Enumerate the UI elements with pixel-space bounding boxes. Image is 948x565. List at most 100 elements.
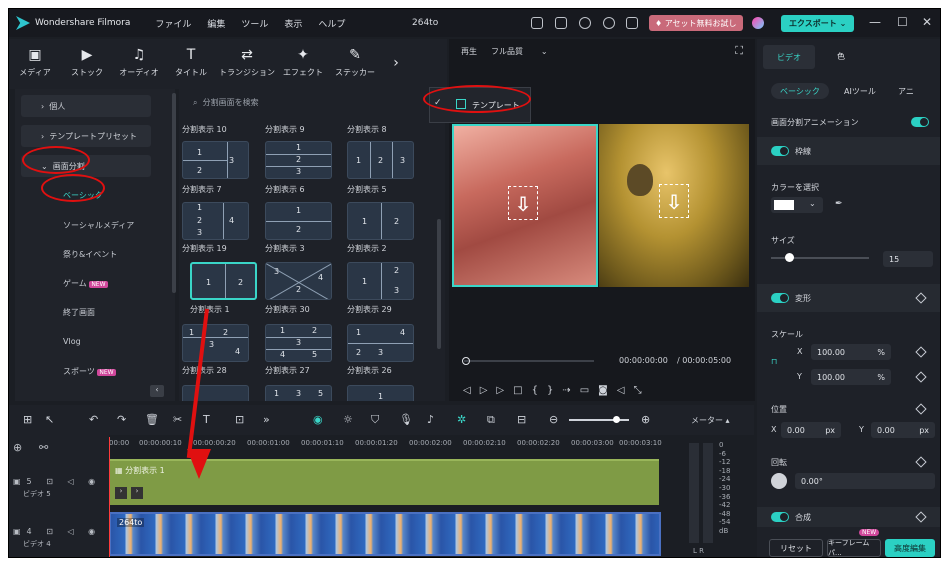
- template-split-more-1[interactable]: [182, 385, 249, 401]
- track5-controls[interactable]: ▣5 ⊡ ◁ ◉: [13, 477, 101, 486]
- mark-out-icon[interactable]: }: [547, 385, 562, 396]
- pos-y-input[interactable]: 0.00 px: [871, 422, 935, 438]
- monitor-icon[interactable]: [531, 17, 543, 29]
- asset-trial-button[interactable]: ♦ アセット無料お試し: [649, 15, 743, 31]
- template-split-5[interactable]: 123: [347, 141, 414, 179]
- tab-audio[interactable]: ♫ オーディオ: [113, 39, 165, 89]
- undo-icon[interactable]: ↶: [89, 413, 98, 426]
- audio-list-icon[interactable]: ♪: [427, 413, 434, 426]
- tab-transition[interactable]: ⇄ トランジション: [217, 39, 277, 89]
- snap-icon[interactable]: ✲: [457, 413, 466, 426]
- more-tabs-button[interactable]: ›: [381, 39, 411, 89]
- reset-button[interactable]: リセット: [769, 539, 823, 557]
- eyedropper-icon[interactable]: ✒: [835, 199, 843, 209]
- template-split-27[interactable]: 12345: [265, 324, 332, 362]
- fullscreen-icon[interactable]: ⤡: [634, 385, 651, 396]
- volume-icon[interactable]: ◁: [617, 385, 634, 396]
- template-split-6[interactable]: 123: [265, 141, 332, 179]
- pos-x-input[interactable]: 0.00 px: [781, 422, 841, 438]
- keyframe-diamond-icon[interactable]: [915, 346, 927, 358]
- headset-icon[interactable]: [603, 17, 615, 29]
- snapshot-icon[interactable]: ⛶: [735, 44, 743, 58]
- sub-social[interactable]: ソーシャルメディア: [63, 220, 134, 231]
- split-icon[interactable]: ⇢: [562, 385, 579, 396]
- minimize-icon[interactable]: —: [869, 15, 881, 29]
- crop-icon[interactable]: ⊡: [235, 413, 244, 426]
- text-tool-icon[interactable]: T: [203, 413, 210, 426]
- rotate-dial[interactable]: [771, 473, 787, 489]
- template-split-29[interactable]: 123: [347, 262, 414, 300]
- ai-icon[interactable]: ◉: [313, 413, 323, 426]
- cut-icon[interactable]: ✂: [173, 413, 182, 426]
- template-split-30[interactable]: 324: [265, 262, 332, 300]
- split-preview-left[interactable]: ⇩: [452, 124, 598, 287]
- display-icon[interactable]: ▭: [580, 385, 598, 396]
- tab-media[interactable]: ▣ メディア: [9, 39, 61, 89]
- clip-slot-2[interactable]: ›: [131, 487, 143, 499]
- stop-icon[interactable]: □: [513, 385, 531, 396]
- tab-video[interactable]: ビデオ: [763, 45, 815, 69]
- size-slider-handle[interactable]: [785, 253, 794, 262]
- redo-icon[interactable]: ↷: [117, 413, 126, 426]
- menu-file[interactable]: ファイル: [155, 20, 191, 30]
- sub-vlog[interactable]: Vlog: [63, 337, 81, 346]
- chip-animation[interactable]: アニ: [889, 83, 923, 99]
- template-split-28[interactable]: 1234: [182, 324, 249, 362]
- menu-edit[interactable]: 編集: [207, 20, 225, 30]
- sub-ending[interactable]: 終了画面: [63, 307, 95, 318]
- chip-ai-tools[interactable]: AIツール: [835, 83, 885, 99]
- sub-game[interactable]: ゲーム NEW: [63, 278, 108, 289]
- fit-icon[interactable]: ⊟: [517, 413, 526, 426]
- progress-handle[interactable]: [462, 357, 470, 365]
- add-track-icon[interactable]: ⊕: [13, 441, 22, 454]
- color-select[interactable]: ⌄: [771, 197, 823, 213]
- keyframe-diamond-icon[interactable]: [915, 292, 927, 304]
- split-preview-right[interactable]: ⇩: [599, 124, 749, 287]
- zoom-slider-handle[interactable]: [613, 416, 620, 423]
- playhead[interactable]: [109, 437, 110, 557]
- template-split-3[interactable]: 12: [265, 202, 332, 240]
- quality-select[interactable]: フル品質 ⌄: [491, 46, 548, 57]
- export-button[interactable]: エクスポート ⌄: [781, 15, 855, 32]
- tab-stock[interactable]: ▶ ストック: [61, 39, 113, 89]
- zoom-in-icon[interactable]: ⊕: [641, 413, 650, 426]
- play-icon[interactable]: ▷: [496, 385, 513, 396]
- meter-dropdown[interactable]: メーター ▴: [691, 415, 730, 426]
- nav-template-preset[interactable]: › テンプレートプリセット: [21, 125, 151, 147]
- tab-title[interactable]: T タイトル: [165, 39, 217, 89]
- rotate-input[interactable]: 0.00°: [795, 473, 935, 489]
- shield-icon[interactable]: ⛉: [371, 413, 379, 427]
- maximize-icon[interactable]: ☐: [897, 15, 908, 29]
- zoom-slider[interactable]: [569, 419, 629, 421]
- grid-icon[interactable]: [626, 17, 638, 29]
- composite-toggle[interactable]: [771, 512, 789, 522]
- menu-help[interactable]: ヘルプ: [318, 20, 345, 30]
- template-split-19[interactable]: 1234: [182, 202, 249, 240]
- close-icon[interactable]: ✕: [922, 15, 932, 29]
- track4-controls[interactable]: ▣4 ⊡ ◁ ◉: [13, 527, 101, 536]
- sub-sports[interactable]: スポーツ NEW: [63, 366, 116, 377]
- keyframe-panel-button[interactable]: キーフレームパ...: [827, 539, 881, 557]
- more-icon[interactable]: »: [263, 413, 270, 426]
- split-animation-toggle[interactable]: [911, 117, 929, 127]
- tab-sticker[interactable]: ✎ ステッカー: [329, 39, 381, 89]
- keyframe-diamond-icon[interactable]: [915, 371, 927, 383]
- layout-icon[interactable]: ⊞: [23, 413, 32, 426]
- prev-icon[interactable]: ◁: [463, 385, 480, 396]
- sub-festival[interactable]: 祭り&イベント: [63, 249, 117, 260]
- delete-icon[interactable]: 🗑: [145, 413, 159, 426]
- pip-icon[interactable]: ⧉: [487, 413, 495, 427]
- step-icon[interactable]: ▷: [480, 385, 497, 396]
- keyframe-diamond-icon[interactable]: [915, 403, 927, 415]
- save-icon[interactable]: [555, 17, 567, 29]
- nav-personal[interactable]: › 個人: [21, 95, 151, 117]
- keyframe-diamond-icon[interactable]: [915, 456, 927, 468]
- scale-x-input[interactable]: 100.00%: [811, 344, 891, 360]
- transform-toggle[interactable]: [771, 293, 789, 303]
- zoom-out-icon[interactable]: ⊖: [549, 413, 558, 426]
- video-clip[interactable]: 264to: [109, 512, 661, 556]
- avatar[interactable]: [752, 17, 764, 29]
- template-split-1[interactable]: 12: [190, 262, 257, 300]
- clip-slot-1[interactable]: ›: [115, 487, 127, 499]
- chip-basic[interactable]: ベーシック: [771, 83, 829, 99]
